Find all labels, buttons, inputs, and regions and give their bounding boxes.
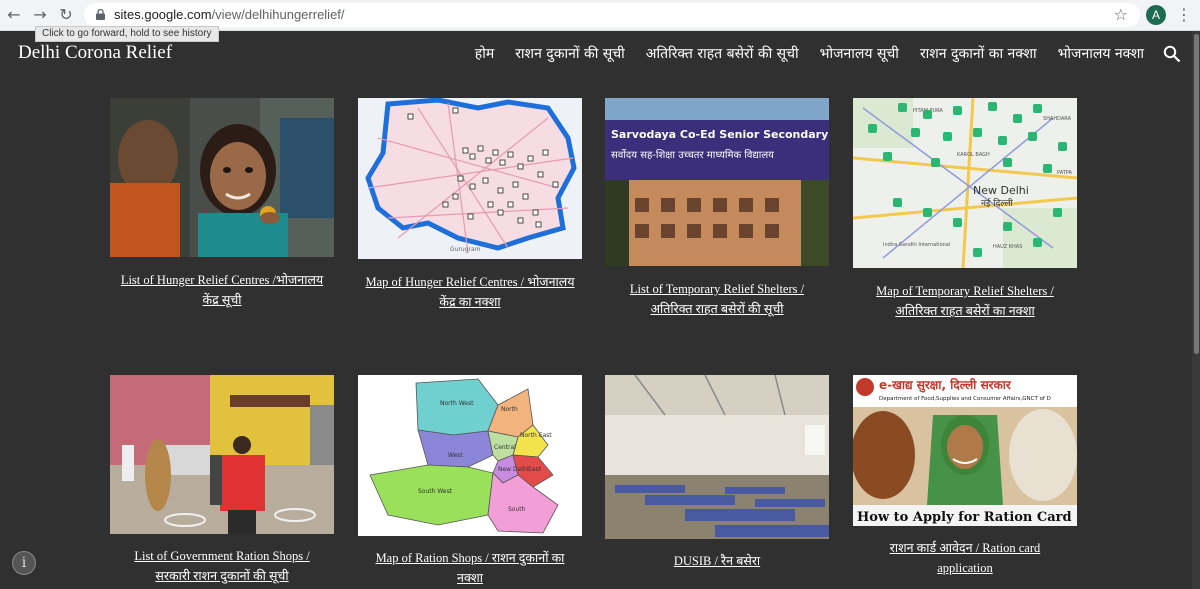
map-label-gurugram: Gurugram (450, 246, 481, 253)
browser-menu-icon[interactable]: ⋮ (1176, 5, 1192, 25)
caption-line[interactable]: List of Government Ration Shops / (110, 546, 334, 566)
caption-line[interactable]: केंद्र सूची (110, 290, 334, 310)
hunger-relief-photo[interactable] (110, 98, 334, 257)
map-label-karol-bagh: KAROL BAGH (957, 152, 990, 158)
girl-eating-image (110, 98, 334, 257)
nav-food-centre-list[interactable]: भोजनालय सूची (820, 44, 899, 63)
district-label-north-east: North East (520, 432, 552, 439)
caption-line[interactable]: Map of Hunger Relief Centres / भोजनालय (358, 272, 582, 292)
card-caption[interactable]: राशन कार्ड आवेदन / Ration card applicati… (853, 538, 1077, 578)
caption-line[interactable]: Map of Ration Shops / राशन दुकानों का (358, 548, 582, 568)
reload-icon[interactable]: ↻ (56, 5, 76, 25)
ration-banner-dept: Department of Food,Supplies and Consumer… (879, 396, 1051, 402)
nav-shelter-list[interactable]: अतिरिक्त राहत बसेरों की सूची (646, 44, 799, 63)
info-icon[interactable]: i (12, 551, 36, 575)
nav-ration-shop-list[interactable]: राशन दुकानों की सूची (515, 44, 625, 63)
caption-line[interactable]: सरकारी राशन दुकानों की सूची (110, 566, 334, 586)
forward-arrow-icon[interactable]: → (30, 5, 50, 25)
caption-line[interactable]: application (853, 558, 1077, 578)
site-title[interactable]: Delhi Corona Relief (18, 42, 172, 64)
caption-line[interactable]: नक्शा (358, 568, 582, 588)
url-text: sites.google.com/view/delhihungerrelief/ (114, 7, 345, 22)
scrollbar-thumb[interactable] (1194, 34, 1199, 354)
bookmark-star-icon[interactable]: ☆ (1114, 5, 1128, 24)
nav-ration-shop-map[interactable]: राशन दुकानों का नक्शा (920, 44, 1037, 63)
district-label-central: Central (494, 444, 516, 451)
map-label-new-delhi: New Delhi (973, 184, 1029, 197)
district-label-south: South (508, 506, 526, 513)
card-caption[interactable]: Map of Hunger Relief Centres / भोजनालय क… (358, 272, 582, 312)
ration-shop-map[interactable]: North West North North East West Central… (358, 375, 582, 536)
caption-line[interactable]: List of Hunger Relief Centres /भोजनालय (110, 270, 334, 290)
map-label-hauz-khas: HAUZ KHAS (993, 244, 1022, 250)
url-host: sites.google.com (114, 7, 212, 22)
card-caption[interactable]: DUSIB / रैन बसेरा (605, 551, 829, 571)
district-label-new-delhi: New Delhi (498, 466, 529, 473)
caption-line[interactable]: DUSIB / रैन बसेरा (605, 551, 829, 571)
temporary-shelter-photo[interactable]: Sarvodaya Co-Ed Senior Secondary School … (605, 98, 829, 266)
map-label-patpa: PATPA (1057, 170, 1072, 176)
delhi-map-image: Gurugram (358, 98, 582, 259)
address-bar[interactable]: sites.google.com/view/delhihungerrelief/… (84, 3, 1140, 27)
url-path: /view/delhihungerrelief/ (211, 7, 345, 22)
school-building-image: Sarvodaya Co-Ed Senior Secondary School … (605, 98, 829, 266)
search-icon[interactable] (1163, 45, 1181, 63)
district-label-west: West (448, 452, 463, 459)
school-sign-text: Sarvodaya Co-Ed Senior Secondary School (611, 128, 829, 141)
ration-banner-title: e-खाद्य सुरक्षा, दिल्ली सरकार (879, 378, 1012, 393)
hunger-relief-map[interactable]: Gurugram (358, 98, 582, 259)
district-label-north-west: North West (440, 400, 474, 407)
caption-line[interactable]: Map of Temporary Relief Shelters / (853, 281, 1077, 301)
district-map-image: North West North North East West Central… (358, 375, 582, 536)
caption-line[interactable]: अतिरिक्त राहत बसेरों की सूची (605, 299, 829, 319)
district-label-south-west: South West (418, 488, 453, 495)
school-sign-hindi-text: सर्वोदय सह-शिक्षा उच्चतर माध्यमिक विद्या… (611, 149, 774, 161)
district-label-north: North (501, 406, 518, 413)
card-caption[interactable]: List of Temporary Relief Shelters / अतिर… (605, 279, 829, 319)
map-label-new-delhi-hindi: नई दिल्ली (981, 197, 1014, 209)
card-caption[interactable]: Map of Ration Shops / राशन दुकानों का नक… (358, 548, 582, 588)
nav-home[interactable]: होम (475, 44, 494, 63)
card-caption[interactable]: Map of Temporary Relief Shelters / अतिरि… (853, 281, 1077, 321)
ration-shop-photo[interactable] (110, 375, 334, 534)
ration-card-banner: e-खाद्य सुरक्षा, दिल्ली सरकार Department… (853, 375, 1077, 526)
lock-icon (96, 9, 105, 20)
ration-card-image[interactable]: e-खाद्य सुरक्षा, दिल्ली सरकार Department… (853, 375, 1077, 526)
nav-food-centre-map[interactable]: भोजनालय नक्शा (1058, 44, 1144, 63)
ration-banner-footer: How to Apply for Ration Card (857, 510, 1072, 525)
back-arrow-icon[interactable]: ← (4, 5, 24, 25)
night-shelter-image (605, 375, 829, 539)
forward-tooltip: Click to go forward, hold to see history (35, 26, 219, 42)
card-caption[interactable]: List of Government Ration Shops / सरकारी… (110, 546, 334, 586)
caption-line[interactable]: List of Temporary Relief Shelters / (605, 279, 829, 299)
card-caption[interactable]: List of Hunger Relief Centres /भोजनालय क… (110, 270, 334, 310)
site-nav: होम राशन दुकानों की सूची अतिरिक्त राहत ब… (475, 44, 1144, 63)
map-label-shahdara: SHAHDARA (1043, 116, 1072, 122)
dusib-shelter-photo[interactable] (605, 375, 829, 539)
ration-queue-image (110, 375, 334, 534)
temporary-shelter-map[interactable]: New Delhi नई दिल्ली KAROL BAGH SHAHDARA … (853, 98, 1077, 268)
caption-line[interactable]: राशन कार्ड आवेदन / Ration card (853, 538, 1077, 558)
profile-avatar[interactable]: A (1146, 5, 1166, 25)
district-label-east: East (528, 466, 542, 473)
map-label-airport: Indira Gandhi International (883, 242, 950, 248)
caption-line[interactable]: केंद्र का नक्शा (358, 292, 582, 312)
caption-line[interactable]: अतिरिक्त राहत बसेरों का नक्शा (853, 301, 1077, 321)
shelter-map-image: New Delhi नई दिल्ली KAROL BAGH SHAHDARA … (853, 98, 1077, 268)
